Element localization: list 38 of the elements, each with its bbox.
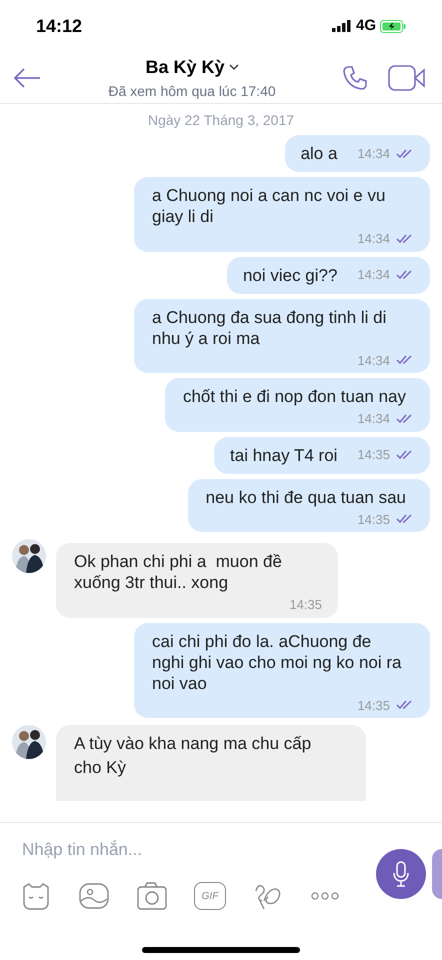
chevron-icon[interactable] (228, 64, 239, 70)
message-text: noi viec gi?? (242, 264, 338, 286)
message-text: A tùy vào kha nang ma chu cấp cho Kỳ (74, 734, 312, 777)
message-input[interactable]: Nhập tin nhắn... (22, 837, 362, 862)
microphone-icon (391, 860, 411, 888)
message-text: cai chi phi đo la. aChuong đe nghi ghi vao cho moi ng ko noi ra noi vao (152, 630, 402, 694)
battery-icon (380, 20, 406, 32)
image-icon[interactable] (78, 881, 110, 911)
message-text: alo a (300, 143, 338, 164)
send-button[interactable] (432, 849, 442, 899)
date-separator: Ngày 22 Tháng 3, 2017 (148, 111, 294, 130)
gif-button[interactable]: GIF (194, 882, 226, 910)
message-time: 14:34 (357, 352, 390, 370)
contact-name[interactable]: Ba Kỳ Kỳ (145, 54, 225, 80)
message-text: a Chuong noi a can nc voi e vu giay li di (152, 185, 386, 227)
signal-icon (332, 20, 352, 32)
message-time: 14:34 (357, 230, 390, 248)
message-text: tai hnay T4 roi (230, 444, 338, 466)
last-seen: Đã xem hôm qua lúc 17:40 (108, 82, 276, 101)
message-time: 14:35 (357, 446, 390, 464)
message-text: a Chuong đa sua đong tinh li di nhu ý a roi ma (152, 306, 388, 348)
more-icon[interactable] (310, 891, 340, 901)
video-camera-icon[interactable] (388, 64, 426, 90)
message-text: neu ko thi đe qua tuan sau (206, 486, 407, 508)
message-time: 14:34 (357, 266, 390, 284)
message-text: Ok phan chi phi a muon đề xuống 3tr thui.. xong (74, 551, 283, 593)
message-text: chốt thi e đi nop đon tuan nay (182, 386, 407, 407)
status-time: 14:12 (36, 14, 82, 38)
message-time: 14:34 (357, 410, 390, 428)
back-icon[interactable] (12, 66, 42, 88)
network-label: 4G (356, 16, 376, 36)
message-time: 14:35 (357, 510, 390, 528)
camera-icon[interactable] (136, 881, 168, 911)
microphone-button[interactable] (376, 849, 426, 899)
message-time: 14:34 (357, 144, 390, 163)
phone-icon[interactable] (342, 64, 368, 90)
message-time: 14:35 (357, 696, 390, 714)
message-time: 14:35 (289, 596, 322, 614)
